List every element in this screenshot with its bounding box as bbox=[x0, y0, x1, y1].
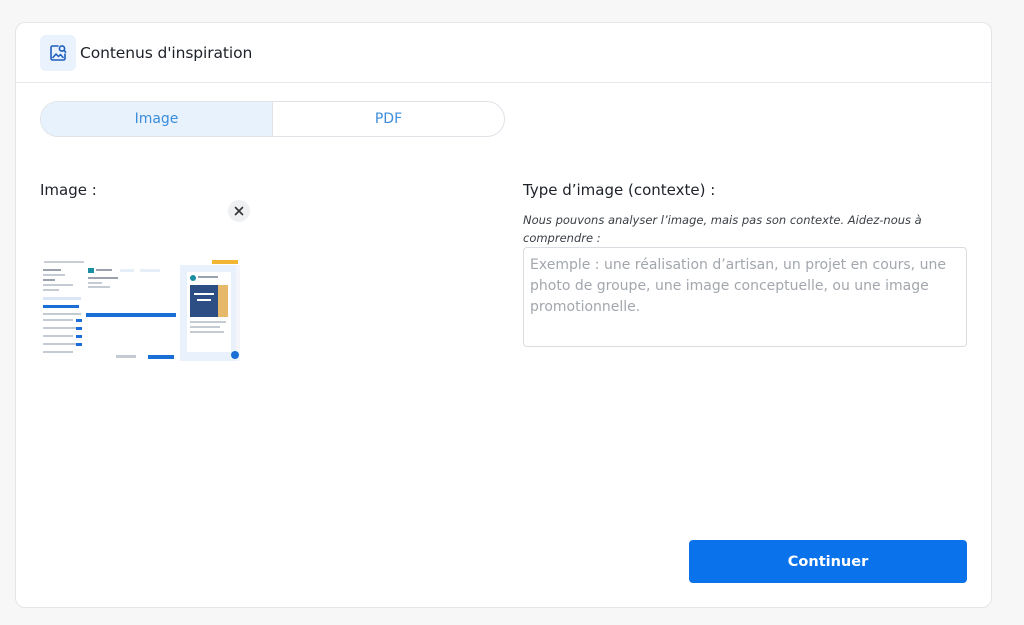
context-section-label: Type d’image (contexte) : bbox=[523, 181, 716, 199]
source-tabs: Image PDF bbox=[40, 101, 505, 137]
continue-button[interactable]: Continuer bbox=[689, 540, 967, 583]
context-helper-text: Nous pouvons analyser l’image, mais pas … bbox=[523, 213, 922, 245]
inspiration-panel: Contenus d'inspiration Image PDF Image : bbox=[15, 22, 992, 608]
tab-pdf[interactable]: PDF bbox=[273, 102, 504, 136]
remove-image-button[interactable] bbox=[228, 200, 250, 222]
close-icon bbox=[234, 206, 244, 216]
image-search-icon bbox=[40, 34, 76, 71]
image-context-textarea[interactable] bbox=[523, 247, 967, 347]
panel-header: Contenus d'inspiration bbox=[16, 23, 991, 83]
uploaded-image-thumbnail bbox=[40, 259, 240, 361]
tab-image[interactable]: Image bbox=[41, 102, 273, 136]
image-section-label: Image : bbox=[40, 181, 97, 199]
panel-title: Contenus d'inspiration bbox=[80, 43, 253, 62]
